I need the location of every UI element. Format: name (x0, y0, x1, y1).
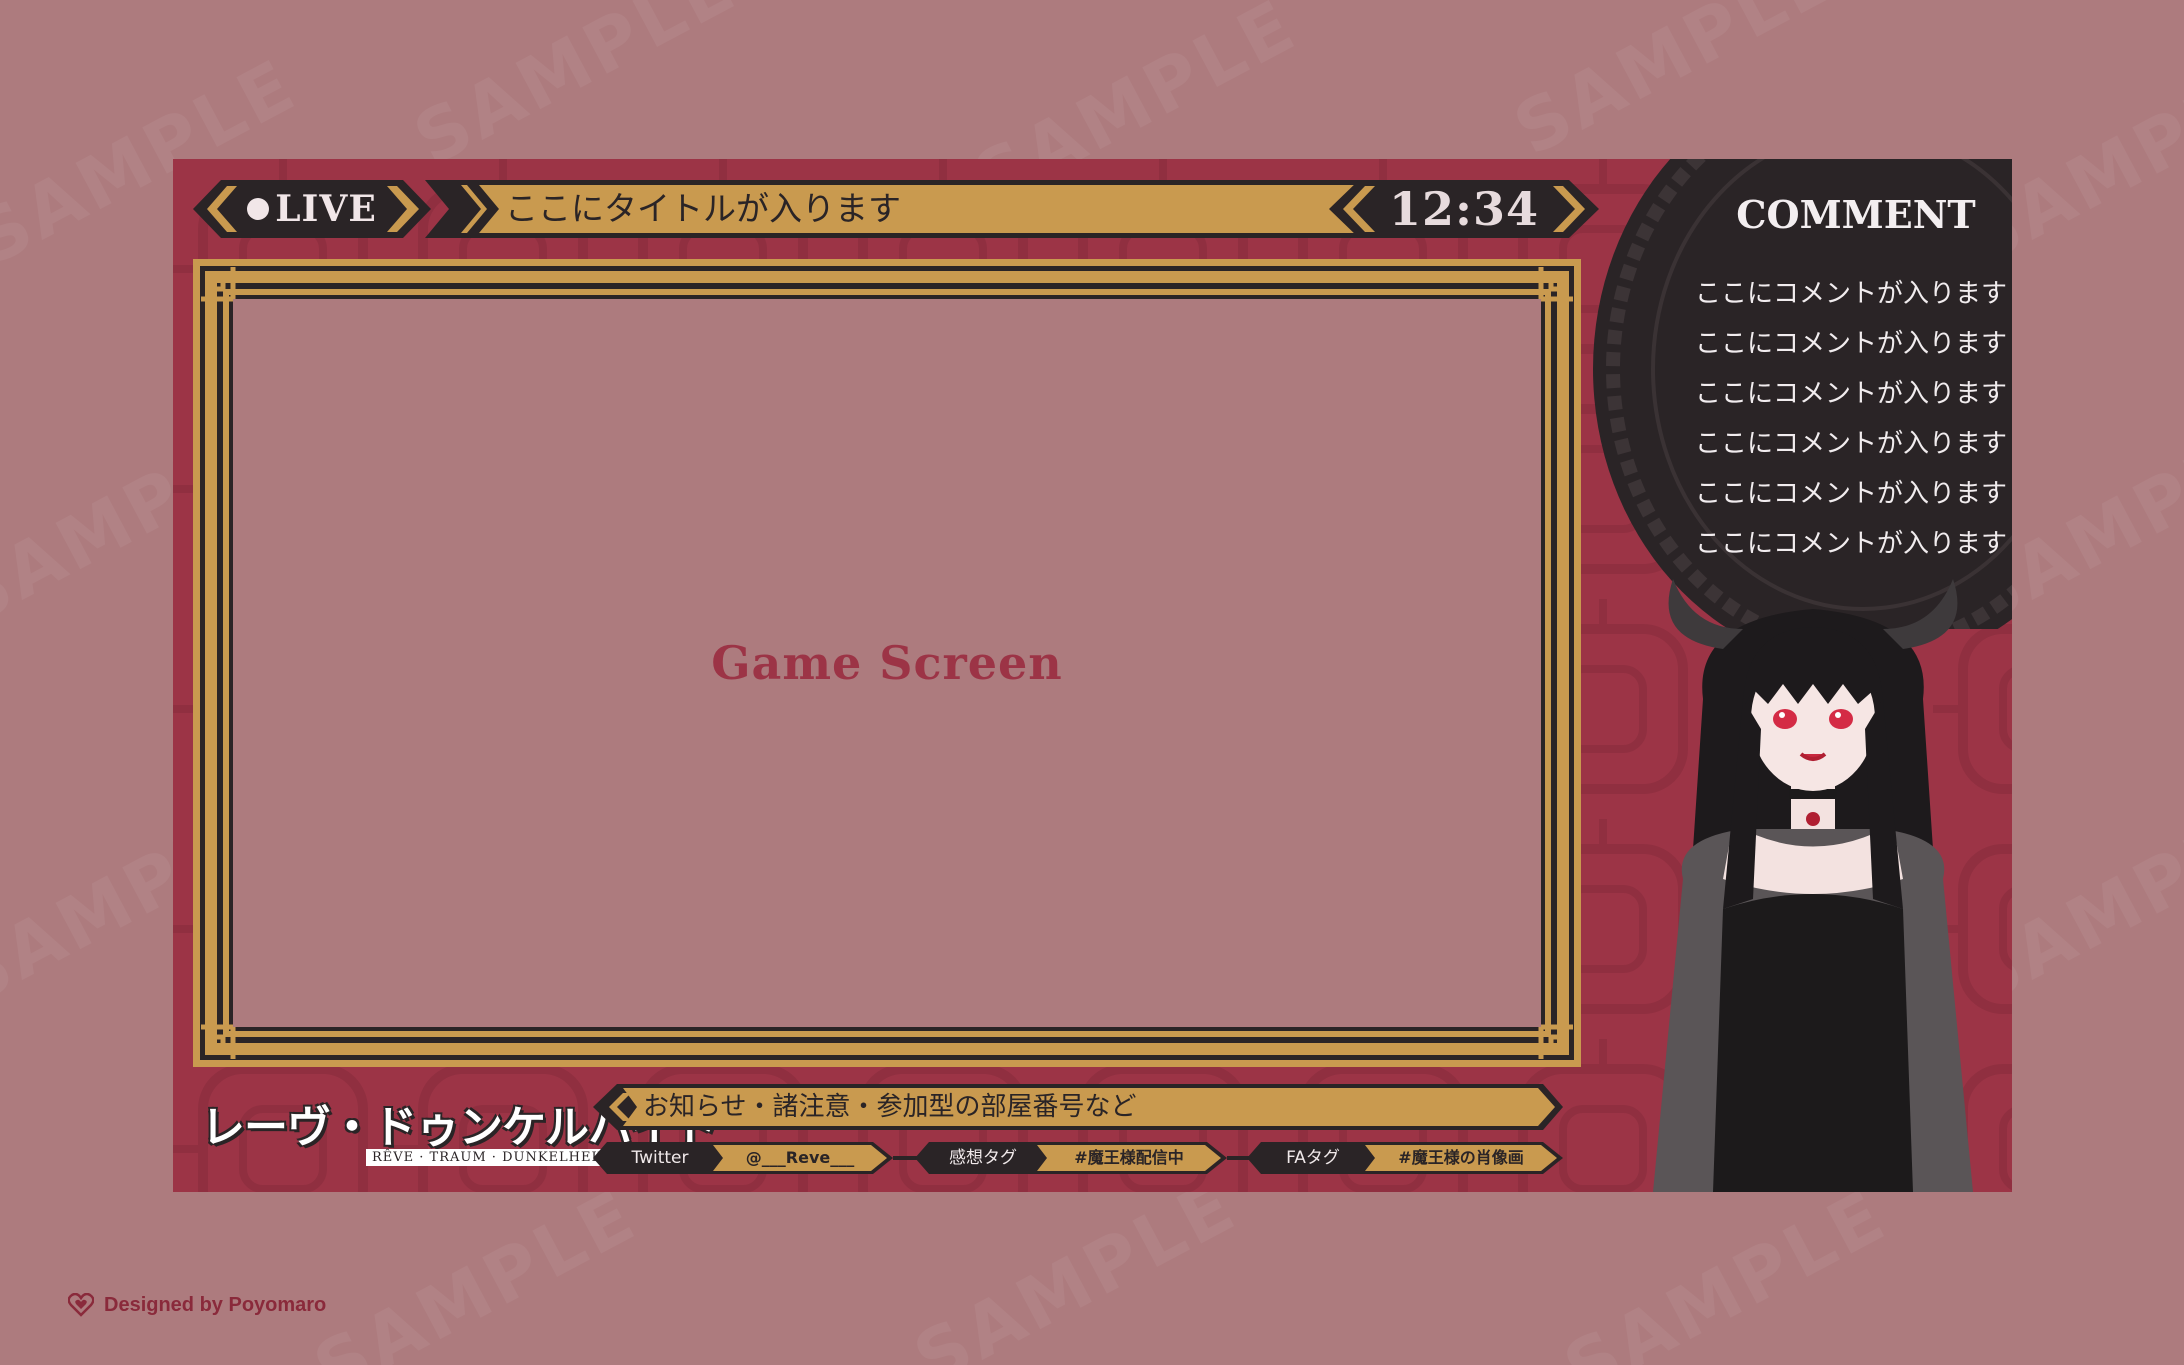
tag-connector (1227, 1156, 1249, 1160)
tag-value: #魔王様配信中 (1074, 1148, 1184, 1167)
watermark-text: SAMPLE (300, 1172, 651, 1365)
stream-overlay: LIVE ここにタイトルが入ります 12:34 Game Screen COMM… (173, 159, 2012, 1192)
notice-text: お知らせ・諸注意・参加型の部屋番号など (643, 1092, 1137, 1122)
stream-title-bar: ここにタイトルが入ります (425, 180, 1467, 238)
comment-item: ここにコメントが入ります (1694, 429, 2007, 459)
vtuber-character-illustration (1653, 579, 1973, 1192)
game-screen-label: Game Screen (711, 636, 1063, 690)
channel-logo: レーヴ・ドゥンケルハイト RÊVE · TRAUM · DUNKELHEIT (201, 1091, 717, 1186)
watermark-text: SAMPLE (900, 1162, 1251, 1365)
tag-connector (893, 1156, 917, 1160)
tag-impression: 感想タグ #魔王様配信中 (915, 1142, 1227, 1174)
comment-item: ここにコメントが入ります (1694, 279, 2007, 309)
designer-credit: Designed by Poyomaro (68, 1293, 326, 1317)
logo-subtitle: RÊVE · TRAUM · DUNKELHEIT (366, 1149, 614, 1166)
watermark-text: SAMPLE (400, 0, 751, 182)
comment-list: ここにコメントが入ります ここにコメントが入ります ここにコメントが入ります こ… (1651, 269, 2012, 569)
tag-label: FAタグ (1286, 1148, 1340, 1168)
notice-bar: お知らせ・諸注意・参加型の部屋番号など (593, 1084, 1563, 1130)
game-screen-frame: Game Screen (193, 259, 1581, 1067)
live-dot-icon (247, 198, 270, 220)
tag-fanart: FAタグ #魔王様の肖像画 (1247, 1142, 1563, 1174)
comment-heading: COMMENT (1736, 192, 1976, 237)
tag-twitter: Twitter @___Reve___ (593, 1142, 893, 1174)
comment-item: ここにコメントが入ります (1694, 329, 2007, 359)
tag-label: Twitter (631, 1148, 689, 1168)
comment-item: ここにコメントが入ります (1694, 529, 2007, 559)
clock-time: 12:34 (1388, 182, 1539, 236)
comment-item: ここにコメントが入ります (1694, 379, 2007, 409)
comment-item: ここにコメントが入ります (1694, 479, 2007, 509)
stream-title: ここにタイトルが入ります (505, 189, 901, 228)
credit-text: Designed by Poyomaro (104, 1293, 327, 1316)
tag-value: @___Reve___ (745, 1148, 855, 1167)
tag-value: #魔王様の肖像画 (1398, 1148, 1524, 1167)
live-indicator: LIVE (193, 180, 431, 238)
watermark-text: SAMPLE (1550, 1172, 1901, 1365)
live-label: LIVE (275, 188, 377, 230)
watermark-text: SAMPLE (1500, 0, 1851, 172)
clock-display: 12:34 (1329, 180, 1599, 238)
tag-label: 感想タグ (949, 1148, 1017, 1168)
heart-icon (68, 1293, 94, 1317)
game-capture-area: Game Screen (233, 299, 1541, 1027)
